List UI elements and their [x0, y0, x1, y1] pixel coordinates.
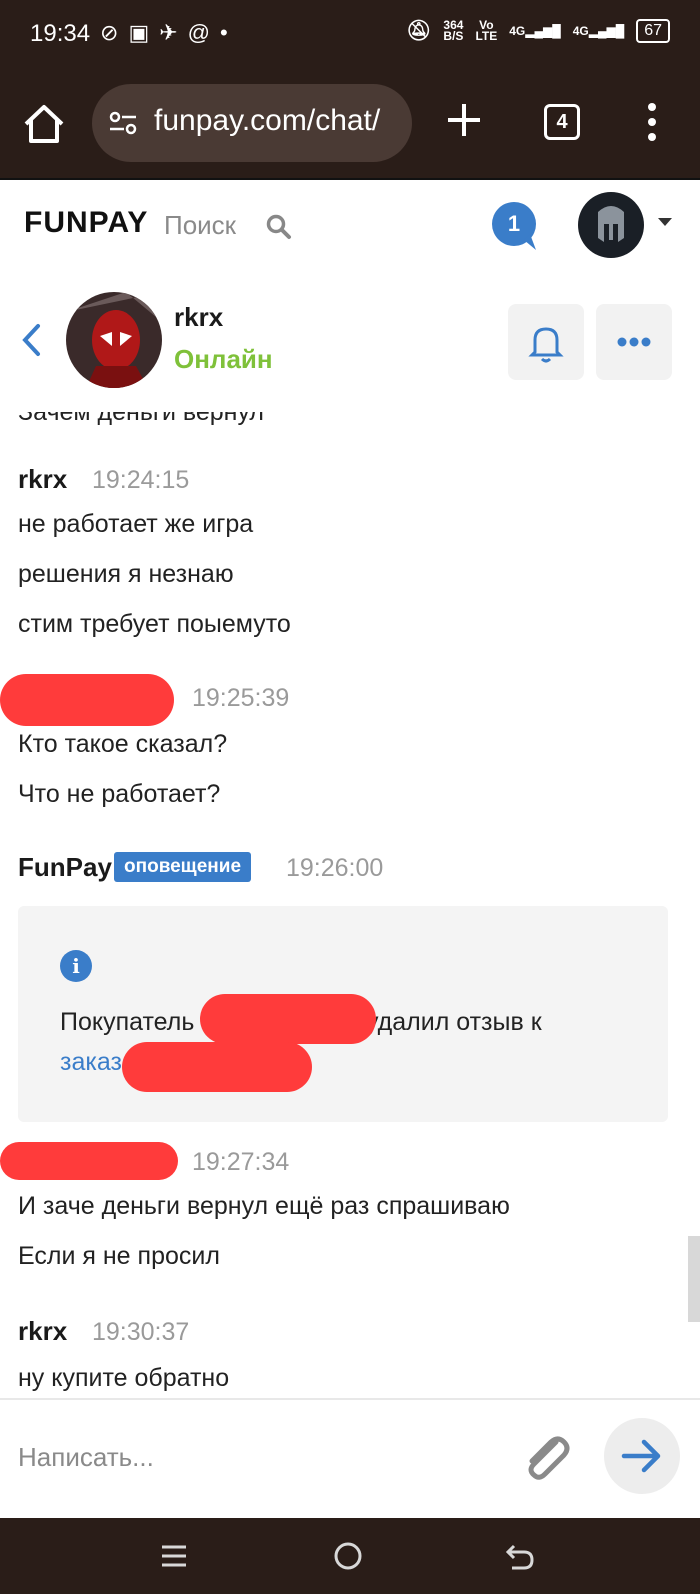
status-notification-icons: ⊘ ▣ ✈ @ • [100, 20, 228, 46]
user-avatar[interactable] [578, 192, 644, 258]
message-time: 19:26:00 [286, 854, 384, 882]
net2-label: 4G [572, 23, 589, 38]
message-time: 19:24:15 [92, 466, 190, 494]
browser-menu-icon[interactable] [646, 102, 658, 142]
message-time: 19:27:34 [192, 1148, 290, 1176]
site-header: FUNPAY Поиск 1 [0, 180, 700, 274]
message-author[interactable]: FunPay [18, 852, 112, 883]
notice-text-end: удалил отзыв к [366, 1008, 542, 1036]
more-dots-icon [617, 337, 651, 347]
signal-2-icon: 4G▂▄▆█ [572, 23, 625, 38]
message-list[interactable]: Зачем деньги вернул rkrx 19:24:15 не раб… [0, 412, 700, 1398]
system-notice-box: i Покупатель удалил отзыв к заказ [18, 906, 668, 1122]
recent-apps-icon[interactable] [158, 1540, 190, 1572]
message-input[interactable]: Написать... [18, 1442, 154, 1473]
send-button[interactable] [604, 1418, 680, 1494]
message-text: ну купите обратно [18, 1364, 230, 1392]
address-bar[interactable]: funpay.com/chat/ [92, 84, 412, 162]
mute-icon: 🔕︎ [406, 20, 432, 42]
message-app-icon: ▣ [128, 20, 150, 45]
search-input[interactable]: Поиск [164, 210, 236, 241]
url-text: funpay.com/chat/ [154, 104, 381, 137]
battery-icon: 67 [636, 18, 670, 43]
bird-app-icon: ✈ [159, 20, 178, 45]
new-tab-icon[interactable] [446, 102, 482, 138]
message-time: 19:30:37 [92, 1318, 190, 1346]
message-composer: Написать... [0, 1398, 700, 1520]
bell-icon [528, 327, 564, 363]
info-icon: i [60, 950, 92, 982]
redacted-username [0, 1142, 178, 1180]
net1-label: 4G [509, 23, 526, 38]
scrollbar-thumb[interactable] [688, 1236, 700, 1322]
status-bar: 19:34 ⊘ ▣ ✈ @ • 🔕︎ 364 B/S Vo LTE 4G▂▄▆█… [0, 0, 700, 66]
chat-header: rkrx Онлайн [0, 272, 700, 414]
notifications-bubble[interactable]: 1 [490, 202, 538, 250]
redacted-username [0, 674, 174, 726]
notification-count: 1 [507, 211, 521, 236]
message-text: И заче деньги вернул ещё раз спрашиваю [18, 1192, 510, 1220]
funpay-logo[interactable]: FUNPAY [24, 206, 148, 240]
dot-icon: • [220, 20, 228, 45]
message-time: 19:25:39 [192, 684, 290, 712]
system-notice-badge: оповещение [114, 852, 252, 882]
redacted-buyer-name [200, 994, 376, 1044]
browser-toolbar: funpay.com/chat/ 4 [0, 66, 700, 180]
message-text: стим требует поыемуто [18, 610, 291, 638]
peer-name[interactable]: rkrx [174, 302, 223, 333]
net-speed-unit: B/S [443, 28, 464, 43]
more-options-button[interactable] [596, 304, 672, 380]
notifications-toggle-button[interactable] [508, 304, 584, 380]
message-text: Кто такое сказал? [18, 730, 228, 758]
peer-online-status: Онлайн [174, 344, 273, 374]
net-speed: 364 B/S [443, 19, 464, 43]
site-settings-icon[interactable] [108, 110, 138, 136]
message-text: Что не работает? [18, 780, 221, 808]
signal-1-icon: 4G▂▄▆█ [509, 23, 561, 38]
system-nav-bar [0, 1518, 700, 1594]
redacted-order-id [122, 1042, 312, 1092]
paperclip-icon[interactable] [518, 1428, 574, 1484]
message-author[interactable]: rkrx [18, 464, 67, 495]
arrow-right-icon [621, 1439, 661, 1473]
message-text: не работает же игра [18, 510, 254, 538]
status-right-icons: 🔕︎ 364 B/S Vo LTE 4G▂▄▆█ 4G▂▄▆█ 67 [406, 18, 670, 43]
search-icon[interactable] [266, 214, 292, 240]
status-time: 19:34 [30, 20, 91, 47]
back-nav-icon[interactable] [504, 1540, 536, 1572]
message-text: Если я не просил [18, 1242, 220, 1270]
message-author[interactable]: rkrx [18, 1316, 67, 1347]
volte-bottom: LTE [475, 28, 498, 43]
at-sign-icon: @ [187, 20, 211, 45]
message-text: решения я незнаю [18, 560, 234, 588]
check-circle-icon: ⊘ [100, 20, 119, 45]
peer-avatar[interactable] [66, 292, 162, 388]
message-text: Зачем деньги вернул [18, 412, 265, 426]
helmet-icon [598, 206, 624, 242]
notice-text-start: Покупатель [60, 1008, 195, 1036]
volte-indicator: Vo LTE [475, 19, 498, 43]
back-icon[interactable] [20, 322, 44, 358]
spiderman-avatar-image [66, 292, 162, 388]
chevron-down-icon[interactable] [658, 218, 672, 226]
home-circle-icon[interactable] [332, 1540, 364, 1572]
tab-switcher-button[interactable]: 4 [544, 104, 580, 140]
home-icon[interactable] [22, 102, 66, 146]
order-link[interactable]: заказ [60, 1048, 122, 1077]
